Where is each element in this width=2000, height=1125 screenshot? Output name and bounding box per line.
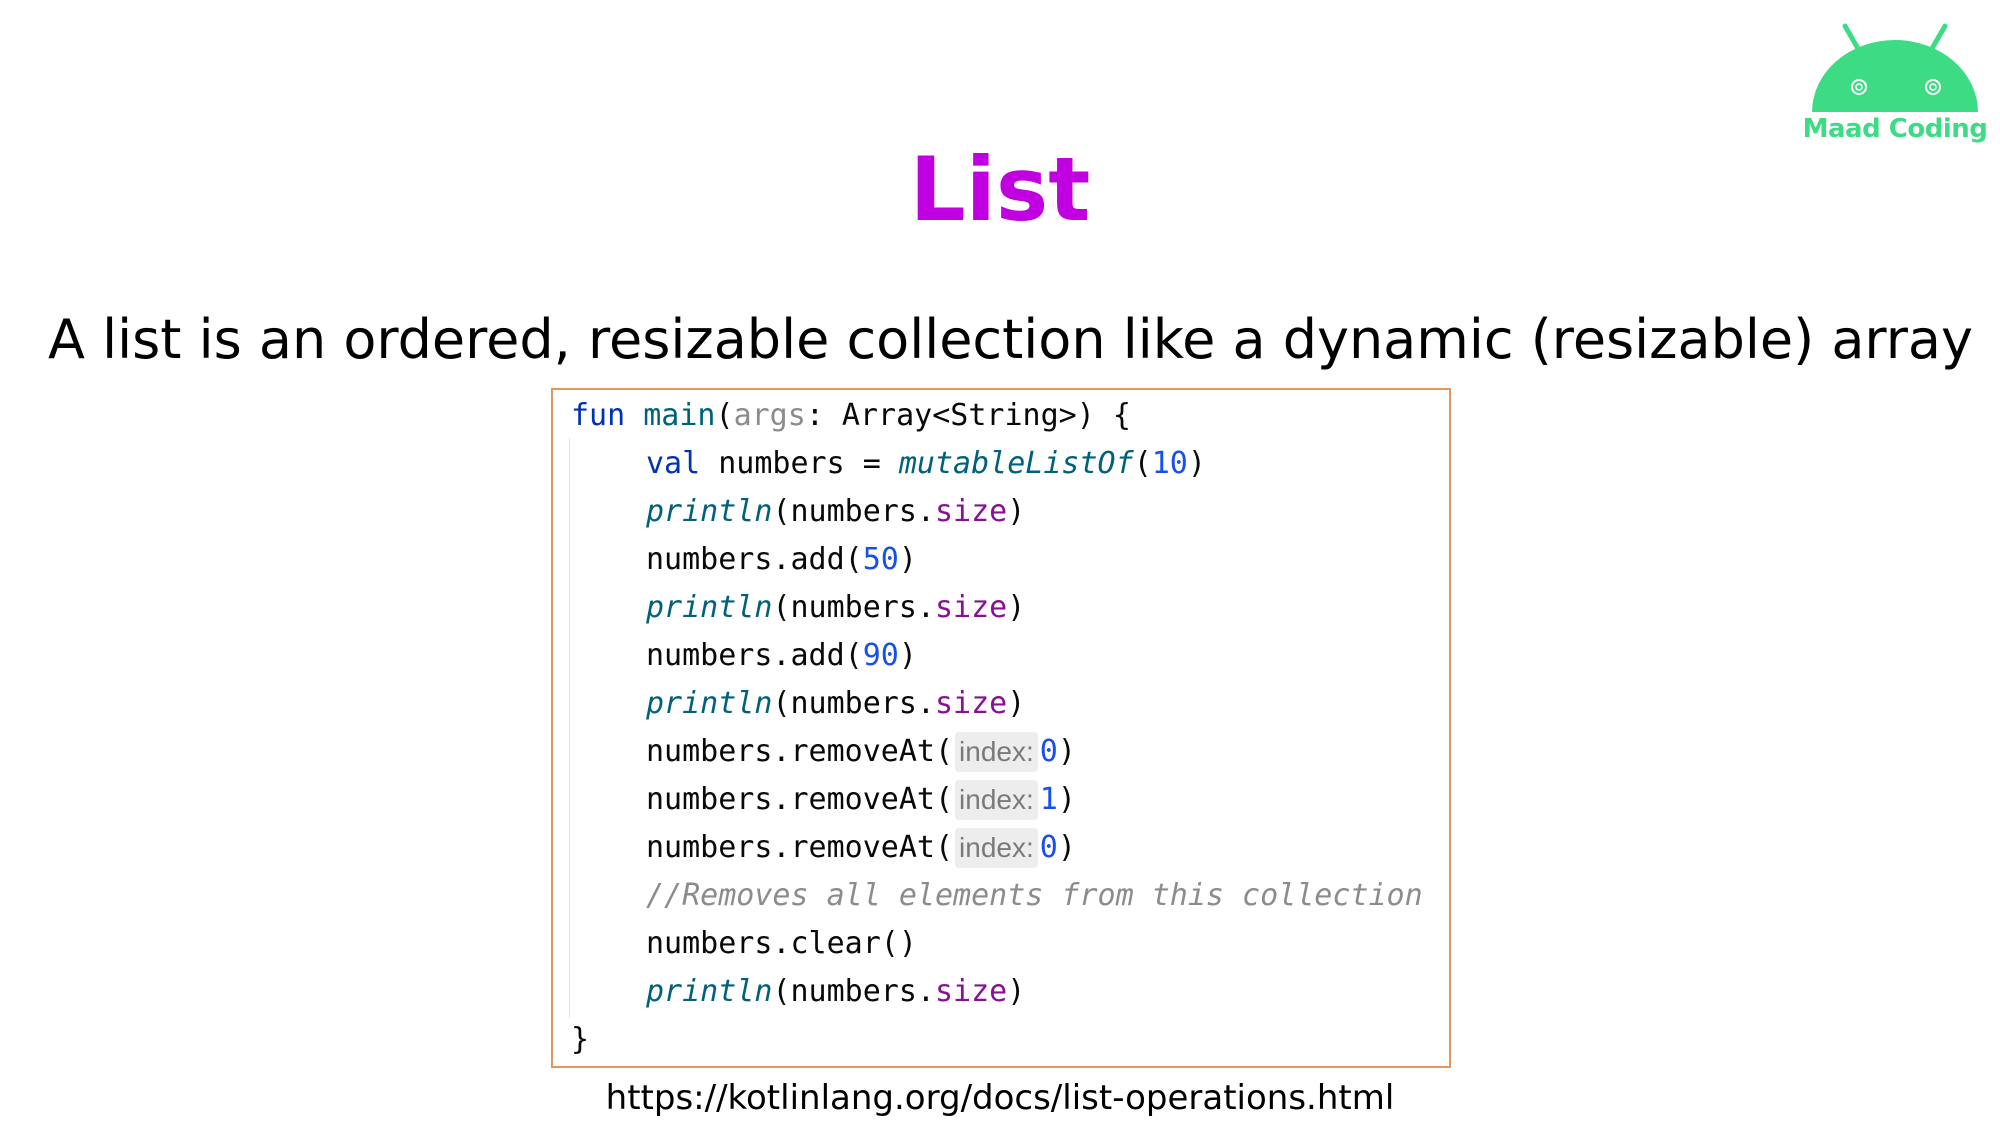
code-text: ) xyxy=(1007,494,1026,529)
code-line: } xyxy=(571,1016,589,1064)
code-text: : Array<String>) { xyxy=(805,398,1131,433)
code-text: numbers.removeAt( xyxy=(646,830,954,865)
source-link[interactable]: https://kotlinlang.org/docs/list-operati… xyxy=(0,1075,2000,1121)
code-text: numbers = xyxy=(700,446,899,481)
code-keyword: fun xyxy=(571,398,626,433)
code-number: 90 xyxy=(862,638,899,673)
code-function-call: println xyxy=(646,686,773,721)
code-text: (numbers. xyxy=(772,494,935,529)
code-text: } xyxy=(571,1022,590,1057)
code-text: ) xyxy=(898,542,917,577)
code-number: 10 xyxy=(1151,446,1188,481)
code-property: size xyxy=(935,590,1008,625)
code-parameter: args xyxy=(733,398,806,433)
code-line: numbers.removeAt(index: 0) xyxy=(571,824,1076,872)
code-text: (numbers. xyxy=(772,590,935,625)
code-number: 0 xyxy=(1039,830,1058,865)
code-text: ) xyxy=(1057,782,1076,817)
code-line: println(numbers.size) xyxy=(571,968,1025,1016)
code-text: ) xyxy=(898,638,917,673)
code-function-call: println xyxy=(646,494,773,529)
code-number: 50 xyxy=(862,542,899,577)
code-line: fun main(args: Array<String>) { xyxy=(571,392,1131,440)
code-line: println(numbers.size) xyxy=(571,584,1025,632)
code-text: ) xyxy=(1007,974,1026,1009)
code-line: numbers.removeAt(index: 0) xyxy=(571,728,1076,776)
code-function-call: println xyxy=(646,974,773,1009)
code-text: numbers.add( xyxy=(646,542,863,577)
code-function-call: mutableListOf xyxy=(898,446,1134,481)
code-text: ) xyxy=(1007,686,1026,721)
code-text: ) xyxy=(1187,446,1206,481)
code-number: 1 xyxy=(1039,782,1058,817)
code-property: size xyxy=(935,494,1008,529)
code-text: ( xyxy=(715,398,734,433)
code-text: ) xyxy=(1057,734,1076,769)
code-line: numbers.clear() xyxy=(571,920,917,968)
code-line: val numbers = mutableListOf(10) xyxy=(571,440,1206,488)
indent-guide xyxy=(569,438,570,1018)
code-text: (numbers. xyxy=(772,974,935,1009)
code-line: println(numbers.size) xyxy=(571,680,1025,728)
code-function-call: println xyxy=(646,590,773,625)
parameter-hint: index: xyxy=(955,732,1038,772)
code-line: numbers.add(50) xyxy=(571,536,917,584)
code-number: 0 xyxy=(1039,734,1058,769)
code-text: numbers.clear() xyxy=(646,926,917,961)
description-text: A list is an ordered, resizable collecti… xyxy=(48,308,1973,371)
code-line: numbers.removeAt(index: 1) xyxy=(571,776,1076,824)
code-line: numbers.add(90) xyxy=(571,632,917,680)
code-comment: //Removes all elements from this collect… xyxy=(646,878,1423,913)
code-text: numbers.removeAt( xyxy=(646,782,954,817)
code-property: size xyxy=(935,686,1008,721)
code-line: //Removes all elements from this collect… xyxy=(571,872,1423,920)
code-text: (numbers. xyxy=(772,686,935,721)
code-block: fun main(args: Array<String>) { val numb… xyxy=(551,388,1451,1068)
code-function-name: main xyxy=(643,398,716,433)
parameter-hint: index: xyxy=(955,828,1038,868)
code-text: numbers.add( xyxy=(646,638,863,673)
code-text: ) xyxy=(1007,590,1026,625)
code-keyword: val xyxy=(646,446,701,481)
code-text: numbers.removeAt( xyxy=(646,734,954,769)
page-title: List xyxy=(909,138,1091,241)
parameter-hint: index: xyxy=(955,780,1038,820)
android-robot-head-icon xyxy=(1812,23,1978,112)
code-line: println(numbers.size) xyxy=(571,488,1025,536)
code-property: size xyxy=(935,974,1008,1009)
code-text: ) xyxy=(1057,830,1076,865)
code-text: ( xyxy=(1133,446,1152,481)
